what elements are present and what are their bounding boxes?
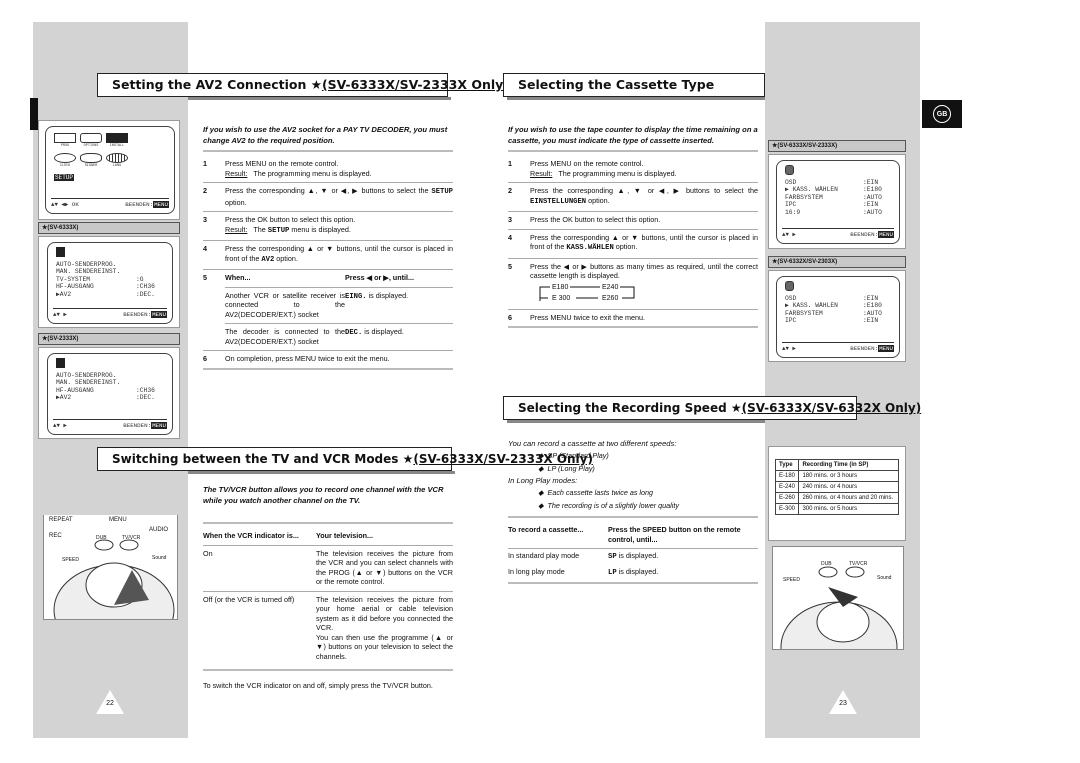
step-6: 6 On completion, press MENU twice to exit…	[203, 350, 453, 370]
signer-icon: SIGNER	[80, 153, 102, 170]
tvvcr-instructions: The TV/VCR button allows you to record o…	[203, 485, 453, 690]
options-menu-list: OSD:EIN ▶ KASS. WÄHLEN:E180 FARBSYSTEM:AUT…	[785, 295, 893, 325]
step-5: 5 When... Press ◀ or ▶, until...	[203, 273, 414, 282]
options-menu-list: OSD:EIN ▶ KASS. WÄHLEN:E180 FARBSYSTEM:AUT…	[785, 179, 893, 216]
step-3: 3 Press the OK button to select this opti…	[203, 212, 453, 241]
install-screen-6333x: AUTO-SENDERPROG. MAN. SENDEREINST. TV-SYST…	[47, 242, 173, 324]
av2-intro: If you wish to use the AV2 socket for a …	[203, 125, 448, 145]
menu-row: MAN. SENDEREINST.	[56, 379, 121, 387]
remote-control-illustration-right: DUB TV/VCR SPEED Sound	[772, 546, 904, 650]
options-menu-panel-2: OSD:EIN ▶ KASS. WÄHLEN:E180 FARBSYSTEM:AUT…	[768, 270, 906, 362]
install-menu-list: AUTO-SENDERPROG. MAN. SENDEREINST. TV-SYST…	[56, 261, 166, 298]
tvvcr-row-on: On The television receives the picture fr…	[203, 546, 453, 592]
menu-row: AUTO-SENDERPROG.	[56, 372, 117, 379]
menu-row: ▶ KASS. WÄHLEN:E180	[785, 302, 882, 310]
install-screen-2333x: AUTO-SENDERPROG. MAN. SENDEREINST. HF-AUSG…	[47, 353, 173, 435]
step-5-option-dec: The decoder is connected to the AV2(DECO…	[225, 327, 404, 346]
setup-menu-screen: PROG OPTIONS INSTALL CLOCK SIGNER LANG S…	[45, 126, 175, 214]
install-icon	[56, 358, 65, 368]
options-screen-2: OSD:EIN ▶ KASS. WÄHLEN:E180 FARBSYSTEM:AUT…	[776, 276, 900, 358]
cassette-time-table: Type Recording Time (in SP) E-180 180 mins…	[774, 459, 899, 515]
options-icon	[785, 281, 794, 291]
menu-row: HF-AUSGANG:CH36	[56, 283, 155, 291]
options-screen-1: OSD:EIN ▶ KASS. WÄHLEN:E180 FARBSYSTEM:AUT…	[776, 160, 900, 244]
table-row: E-300 300 mins. or 5 hours	[774, 503, 899, 515]
menu-key: MENU	[153, 200, 169, 208]
remote-control-illustration-left: REPEAT MENU AUDIO REC DUB TV/VCR SPEED S…	[43, 515, 178, 620]
menu-row: ▶AV2:DEC.	[56, 290, 155, 298]
menu-row: AUTO-SENDERPROG.	[56, 261, 117, 268]
exit-label: BEENDEN:	[125, 200, 154, 208]
gb-circle: GB	[933, 105, 951, 123]
options-icon	[785, 165, 794, 175]
remote-buttons-graphic	[780, 566, 898, 649]
tvvcr-footer: To switch the VCR indicator on and off, …	[203, 681, 433, 690]
menu-row: 16:9:AUTO	[785, 208, 882, 216]
step-5-option-ext: Another VCR or satellite receiver is con…	[225, 288, 453, 324]
step-1: 1 Press MENU on the remote control. Result…	[203, 156, 453, 183]
speed-section-title: Selecting the Recording Speed ★(SV-6333X…	[503, 396, 921, 423]
menu-row: TV-SYSTEM:G	[56, 275, 144, 283]
step-4: 4 Press the corresponding ▲ or ▼ buttons,…	[203, 241, 453, 270]
clock-icon: CLOCK	[54, 153, 76, 170]
model-header-6333x: ★(SV-6333X)	[38, 222, 180, 234]
av2-instructions: If you wish to use the AV2 socket for a …	[203, 124, 453, 370]
tvvcr-section-title: Switching between the TV and VCR Modes ★…	[97, 447, 593, 474]
menu-row: FARBSYSTEM:AUTO	[785, 193, 882, 201]
cassette-time-table-panel: Type Recording Time (in SP) E-180 180 mins…	[768, 446, 906, 541]
options-icon: OPTIONS	[80, 133, 102, 150]
install-menu-panel-2333x: AUTO-SENDERPROG. MAN. SENDEREINST. HF-AUSG…	[38, 347, 180, 439]
step-2: 2 Press the corresponding ▲, ▼ or ◀, ▶ bu…	[203, 183, 453, 212]
cassette-cycle-diagram: E180 E240 E260 E 300	[530, 283, 758, 305]
page-number-right: 23	[829, 690, 857, 714]
table-row: E-260 260 mins. or 4 hours and 20 mins.	[774, 492, 899, 504]
cassette-section-title: Selecting the Cassette Type	[503, 73, 768, 100]
nav-keys: ▲▼ ◀▶ OK	[51, 200, 79, 208]
model-header-6332x-2303x: ★(SV-6332X/SV-2303X)	[768, 256, 906, 268]
section-tab-marker	[30, 98, 38, 130]
language-badge: GB	[922, 100, 962, 128]
menu-row: IPC:EIN	[785, 201, 879, 209]
options-menu-panel-1: OSD:EIN ▶ KASS. WÄHLEN:E180 FARBSYSTEM:AUT…	[768, 154, 906, 249]
setup-menu-panel: PROG OPTIONS INSTALL CLOCK SIGNER LANG S…	[38, 120, 180, 220]
menu-row: MAN. SENDEREINST.	[56, 268, 121, 276]
install-icon	[56, 247, 65, 257]
model-header-6333x-2333x: ★(SV-6333X/SV-2333X)	[768, 140, 906, 152]
menu-row: HF-AUSGANG:CH36	[56, 386, 155, 394]
page-number-left: 22	[96, 690, 124, 714]
speed-instructions: You can record a cassette at two differe…	[508, 438, 758, 584]
menu-row: IPC:EIN	[785, 317, 879, 325]
install-menu-panel-6333x: AUTO-SENDERPROG. MAN. SENDEREINST. TV-SYST…	[38, 236, 180, 328]
menu-row: ▶AV2:DEC.	[56, 394, 155, 402]
av2-section-title: Setting the AV2 Connection ★(SV-6333X/SV…	[97, 73, 509, 100]
model-header-2333x: ★(SV-2333X)	[38, 333, 180, 345]
lang-icon: LANG	[106, 153, 128, 170]
menu-row: FARBSYSTEM:AUTO	[785, 309, 882, 317]
install-icon: INSTALL	[106, 133, 128, 150]
table-row: E-240 240 mins. or 4 hours	[774, 481, 899, 493]
cassette-instructions: If you wish to use the tape counter to d…	[508, 124, 758, 328]
table-row: E-180 180 mins. or 3 hours	[774, 470, 899, 482]
tvvcr-row-off: Off (or the VCR is turned off) The televi…	[203, 592, 453, 671]
menu-row: ▶ KASS. WÄHLEN:E180	[785, 186, 882, 194]
prog-icon: PROG	[54, 133, 76, 150]
install-menu-list: AUTO-SENDERPROG. MAN. SENDEREINST. HF-AUSG…	[56, 372, 166, 402]
setup-selected: SETUP	[54, 173, 75, 182]
